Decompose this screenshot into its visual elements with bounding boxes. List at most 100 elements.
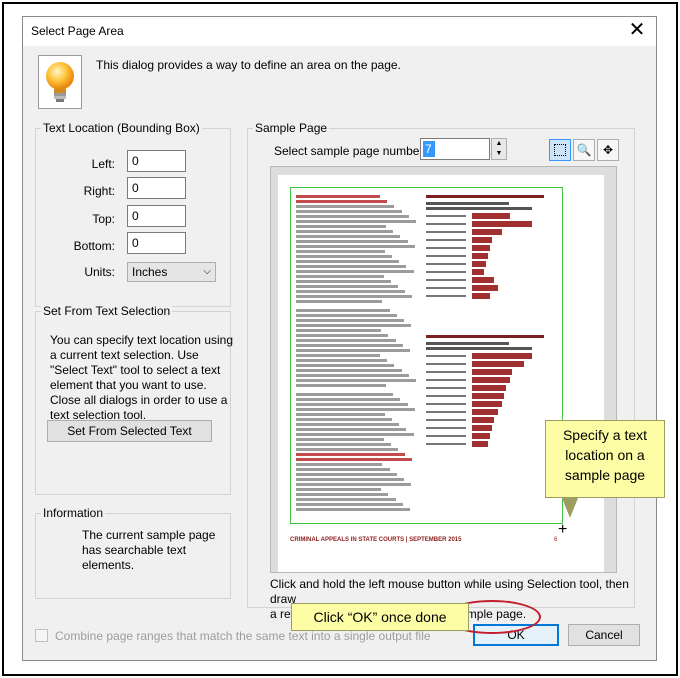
page-text-line (296, 200, 388, 203)
figure-bar-row (426, 416, 544, 424)
figure-bar-label (426, 271, 466, 273)
page-text-line (296, 369, 402, 372)
information-text: The current sample page has searchable t… (82, 528, 215, 573)
top-field[interactable]: 0 (127, 205, 186, 227)
figure-3-chart (426, 195, 544, 300)
figure-bar-row (426, 268, 544, 276)
figure-bar (472, 285, 498, 291)
figure-bar-row (426, 352, 544, 360)
bottom-label: Bottom: (73, 239, 115, 253)
page-text-line (296, 458, 413, 461)
page-text-line (296, 205, 395, 208)
figure-bar-row (426, 360, 544, 368)
selection-tool-button[interactable] (549, 139, 571, 161)
information-line: has searchable text (82, 543, 187, 557)
page-text-line (296, 413, 385, 416)
selection-description-line: Close all dialogs in order to use a (50, 393, 228, 407)
figure-bar-label (426, 215, 466, 217)
pan-tool-button[interactable]: ✥ (597, 139, 619, 161)
figure-bar (472, 377, 510, 383)
combine-label: Combine page ranges that match the same … (55, 629, 431, 643)
sample-page-thumbnail[interactable]: CRIMINAL APPEALS IN STATE COURTS | SEPTE… (278, 175, 604, 572)
spin-up-icon[interactable]: ▲ (492, 139, 506, 149)
page-text-line (296, 314, 397, 317)
page-text-line (296, 285, 398, 288)
figure-caption (426, 207, 533, 210)
spin-down-icon[interactable]: ▼ (492, 149, 506, 159)
callout-line: location on a (565, 447, 645, 463)
figure-bar (472, 441, 488, 447)
page-footer-text: CRIMINAL APPEALS IN STATE COURTS | SEPTE… (290, 537, 462, 543)
figure-bar-row (426, 228, 544, 236)
figure-bars (426, 352, 544, 448)
page-text-line (296, 488, 382, 491)
page-text-line (296, 210, 402, 213)
dialog-title: Select Page Area (31, 24, 124, 38)
cancel-button[interactable]: Cancel (568, 624, 640, 646)
figure-bar-label (426, 263, 466, 265)
page-number-text: 6 (554, 537, 558, 543)
page-text-line (296, 334, 389, 337)
page-text-line (296, 393, 394, 396)
right-field[interactable]: 0 (127, 177, 186, 199)
page-text-line (296, 354, 380, 357)
units-select[interactable]: Inches ⌵ (127, 262, 216, 282)
page-number-label: Select sample page number: (274, 144, 427, 158)
figure-bar (472, 277, 494, 283)
zoom-tool-button[interactable]: 🔍 (573, 139, 595, 161)
bottom-field[interactable]: 0 (127, 232, 186, 254)
intro-text: This dialog provides a way to define an … (96, 58, 401, 72)
crosshair-cursor-icon: + (558, 521, 568, 538)
left-field[interactable]: 0 (127, 150, 186, 172)
figure-bar-label (426, 379, 466, 381)
figure-bar (472, 245, 490, 251)
figure-bar (472, 237, 492, 243)
page-text-line (296, 374, 409, 377)
page-text-line (296, 418, 392, 421)
page-text-line (296, 483, 412, 486)
figure-bar-label (426, 231, 466, 233)
ok-hint-callout: Click “OK” once done (291, 603, 469, 631)
spinner-arrows[interactable]: ▲ ▼ (491, 138, 507, 160)
figure-bar (472, 261, 486, 267)
page-text-line (296, 265, 407, 268)
page-text-line (296, 280, 391, 283)
figure-bar (472, 293, 490, 299)
figure-bar-label (426, 355, 466, 357)
left-label: Left: (91, 157, 115, 171)
figure-bar-label (426, 395, 466, 397)
figure-caption (426, 342, 509, 345)
figure-bar (472, 229, 502, 235)
figure-bar-row (426, 392, 544, 400)
combine-checkbox[interactable] (35, 629, 48, 642)
page-text-line (296, 215, 409, 218)
page-text-line (296, 398, 401, 401)
figure-bar (472, 221, 532, 227)
close-icon[interactable]: ✕ (626, 19, 648, 41)
figure-bar-label (426, 279, 466, 281)
figure-bar-label (426, 387, 466, 389)
figure-caption (426, 202, 509, 205)
figure-bar-label (426, 363, 466, 365)
figure-bar-label (426, 371, 466, 373)
figure-4-chart (426, 335, 544, 448)
page-text-line (296, 508, 410, 511)
page-text-line (296, 428, 407, 431)
page-text-line (296, 195, 380, 198)
information-legend: Information (41, 506, 106, 520)
page-text-line (296, 463, 383, 466)
page-number-spinner[interactable]: 7 ▲ ▼ (420, 138, 507, 160)
page-text-line (296, 468, 390, 471)
selection-description-line: "Select Text" tool to select a text (50, 363, 221, 377)
figure-bar (472, 401, 502, 407)
set-from-selected-text-button[interactable]: Set From Selected Text (47, 420, 212, 442)
figure-caption (426, 347, 533, 350)
page-text-line (296, 339, 396, 342)
page-text-line (296, 364, 395, 367)
selection-description-line: You can specify text location using (50, 333, 234, 347)
figure-bar-row (426, 368, 544, 376)
page-text-line (296, 295, 413, 298)
figure-bar-label (426, 411, 466, 413)
figure-bar-row (426, 252, 544, 260)
page-text-line (296, 379, 416, 382)
